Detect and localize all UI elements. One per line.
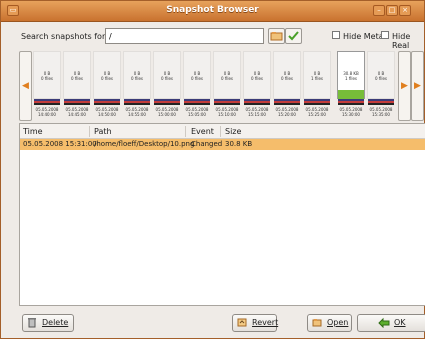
search-label: Search snapshots for:	[21, 32, 108, 41]
check-icon	[288, 31, 299, 41]
next-snapshots-button[interactable]: ▶	[398, 51, 411, 121]
hide-meta-checkbox[interactable]	[332, 31, 340, 39]
snapshot-10[interactable]: 30.8 KB 1 files 05.05.2008 15:30:00	[337, 51, 365, 121]
changes-table: Time Path Event Size 05.05.2008 15:31:00…	[19, 123, 425, 306]
snapshot-files: 0 files	[161, 76, 173, 81]
snapshot-time: 15:05:00	[188, 112, 206, 117]
ok-arrow-icon	[378, 317, 390, 328]
open-icon	[312, 319, 322, 327]
revert-label: Revert	[252, 318, 279, 327]
column-header-size[interactable]: Size	[225, 127, 241, 136]
revert-button[interactable]: Revert	[232, 314, 279, 332]
snapshot-time: 14:45:00	[68, 112, 86, 117]
apply-button[interactable]	[285, 28, 302, 44]
title-bar[interactable]: ▭ Snapshot Browser – □ ×	[1, 1, 424, 22]
snapshot-files: 0 files	[251, 76, 263, 81]
table-row[interactable]: 05.05.2008 15:31:00 /home/floeff/Desktop…	[20, 139, 425, 150]
cell-path: /home/floeff/Desktop/10.png	[94, 140, 195, 148]
ok-button[interactable]: OK	[357, 314, 425, 332]
right-arrow-icon: ▶	[401, 81, 408, 91]
snapshot-time: 15:20:00	[278, 112, 296, 117]
column-header-path[interactable]: Path	[94, 127, 112, 136]
snapshot-time: 14:55:00	[128, 112, 146, 117]
folder-icon	[270, 32, 283, 41]
snapshot-0[interactable]: 0 B0 files 05.05.2008 14:40:00	[33, 51, 61, 121]
snapshot-files: 0 files	[221, 76, 233, 81]
column-header-time[interactable]: Time	[23, 127, 43, 136]
snapshot-time: 15:25:00	[308, 112, 326, 117]
snapshot-files: 1 files	[345, 76, 357, 81]
snapshot-files: 0 files	[41, 76, 53, 81]
open-label: Open	[327, 318, 349, 327]
snapshot-time: 15:35:00	[372, 112, 390, 117]
snapshot-4[interactable]: 0 B0 files 05.05.2008 15:00:00	[153, 51, 181, 121]
snapshot-7[interactable]: 0 B0 files 05.05.2008 15:15:00	[243, 51, 271, 121]
snapshot-timeline: ◀ 0 B0 files 05.05.2008 14:40:00 0 B0 fil…	[19, 51, 425, 121]
snapshot-files: 0 files	[375, 76, 387, 81]
snapshot-browser-window: ▭ Snapshot Browser – □ × Search snapshot…	[0, 0, 425, 339]
cell-time: 05.05.2008 15:31:00	[23, 140, 97, 148]
maximize-button[interactable]: □	[386, 5, 398, 16]
previous-snapshots-button[interactable]: ◀	[19, 51, 32, 121]
snapshot-files: 0 files	[71, 76, 83, 81]
hide-real-checkbox[interactable]	[381, 31, 389, 39]
close-button[interactable]: ×	[399, 5, 411, 16]
window-title: Snapshot Browser	[166, 5, 259, 15]
right-arrow-icon: ▶	[414, 81, 421, 91]
ok-label: OK	[394, 318, 406, 327]
snapshot-8[interactable]: 0 B0 files 05.05.2008 15:20:00	[273, 51, 301, 121]
snapshot-9[interactable]: 0 B1 files 05.05.2008 15:25:00	[303, 51, 331, 121]
snapshot-files: 0 files	[281, 76, 293, 81]
snapshot-time: 14:40:00	[38, 112, 56, 117]
snapshot-time: 15:00:00	[158, 112, 176, 117]
newest-snapshots-button[interactable]: ▶	[411, 51, 424, 121]
snapshot-2[interactable]: 0 B0 files 05.05.2008 14:50:00	[93, 51, 121, 121]
snapshot-files: 0 files	[101, 76, 113, 81]
folder-button[interactable]	[268, 28, 285, 44]
hide-real-label: Hide Real	[392, 32, 411, 50]
left-arrow-icon: ◀	[22, 81, 29, 91]
snapshot-time: 15:30:00	[342, 112, 360, 117]
snapshot-time: 14:50:00	[98, 112, 116, 117]
snapshot-1[interactable]: 0 B0 files 05.05.2008 14:45:00	[63, 51, 91, 121]
snapshot-6[interactable]: 0 B0 files 05.05.2008 15:10:00	[213, 51, 241, 121]
snapshot-files: 0 files	[191, 76, 203, 81]
open-button[interactable]: Open	[307, 314, 352, 332]
hide-meta-label: Hide Meta	[343, 32, 384, 41]
delete-label: Delete	[42, 318, 69, 327]
snapshot-time: 15:15:00	[248, 112, 266, 117]
snapshot-5[interactable]: 0 B0 files 05.05.2008 15:05:00	[183, 51, 211, 121]
cell-size: 30.8 KB	[225, 140, 253, 148]
revert-icon	[237, 318, 247, 327]
search-input[interactable]	[105, 28, 264, 44]
change-indicator	[338, 90, 364, 99]
table-header: Time Path Event Size	[20, 124, 425, 139]
delete-button[interactable]: Delete	[22, 314, 74, 332]
cell-event: Changed	[191, 140, 223, 148]
snapshot-time: 15:10:00	[218, 112, 236, 117]
minimize-button[interactable]: –	[373, 5, 385, 16]
snapshot-11[interactable]: 0 B0 files 05.05.2008 15:35:00	[367, 51, 395, 121]
snapshot-files: 0 files	[131, 76, 143, 81]
snapshot-files: 1 files	[311, 76, 323, 81]
snapshot-3[interactable]: 0 B0 files 05.05.2008 14:55:00	[123, 51, 151, 121]
trash-icon	[28, 318, 36, 328]
column-header-event[interactable]: Event	[191, 127, 214, 136]
